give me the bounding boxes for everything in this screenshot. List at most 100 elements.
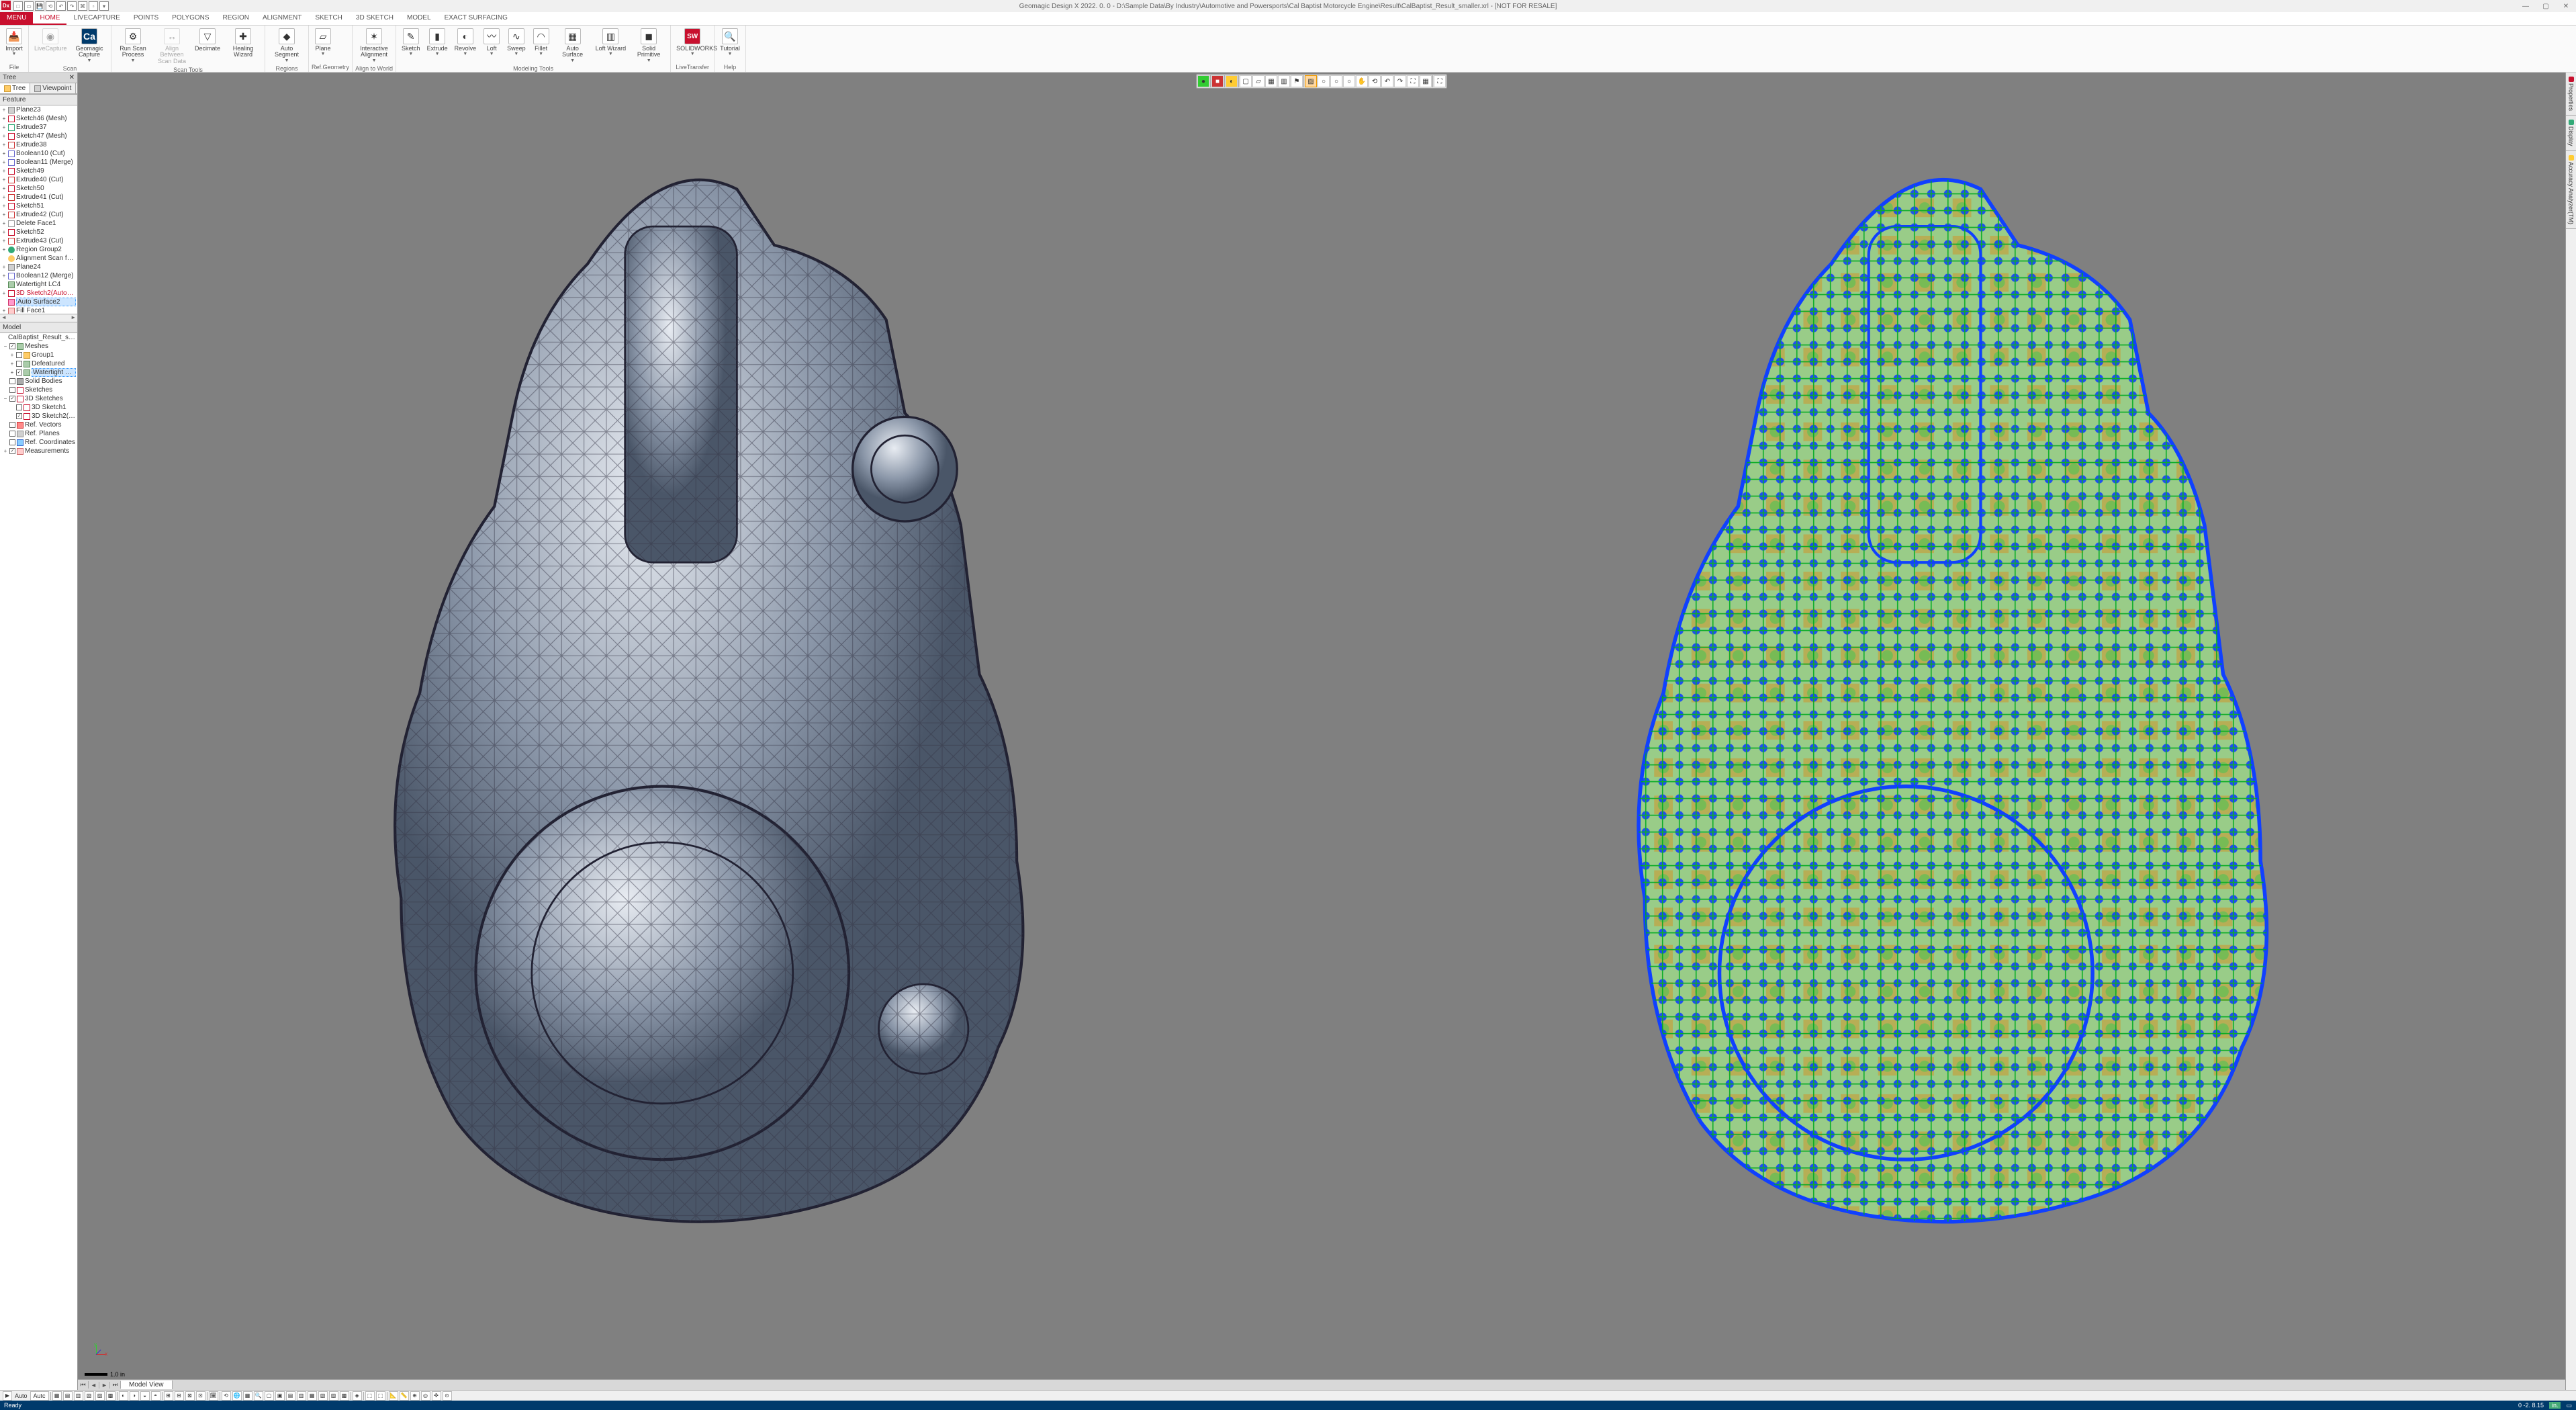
checkbox[interactable]: [16, 404, 22, 410]
feature-item[interactable]: +Sketch46 (Mesh): [0, 114, 77, 123]
expand-icon[interactable]: +: [3, 448, 8, 454]
bt-17-icon[interactable]: 🌐: [232, 1391, 242, 1401]
bt-27-icon[interactable]: ▩: [340, 1391, 349, 1401]
bt-35-icon[interactable]: ✜: [432, 1391, 441, 1401]
ribbon-btn-sweep[interactable]: ∿Sweep▼: [504, 27, 528, 58]
expand-icon[interactable]: +: [1, 203, 7, 209]
model-item[interactable]: −✓Meshes: [0, 342, 77, 351]
expand-icon[interactable]: +: [9, 352, 15, 358]
menu-tab-points[interactable]: POINTS: [127, 12, 165, 25]
menu-tab-3dsketch[interactable]: 3D SKETCH: [349, 12, 400, 25]
checkbox[interactable]: [9, 422, 15, 428]
model-root[interactable]: CalBaptist_Result_smaller: [0, 333, 77, 342]
tree-tab-viewpoint[interactable]: Viewpoint: [30, 83, 76, 93]
minimize-button[interactable]: —: [2516, 0, 2536, 12]
expand-icon[interactable]: +: [1, 124, 7, 130]
bt-31-icon[interactable]: 📐: [389, 1391, 398, 1401]
model-item[interactable]: +✓Watertight LC4: [0, 368, 77, 377]
qat-redo-icon[interactable]: ↷: [67, 1, 77, 11]
menu-tab-livecapture[interactable]: LIVECAPTURE: [66, 12, 126, 25]
feature-item[interactable]: +Extrude38: [0, 140, 77, 149]
vt-circle1-icon[interactable]: ○: [1318, 75, 1330, 87]
feature-item[interactable]: +Boolean10 (Cut): [0, 149, 77, 158]
checkbox[interactable]: [16, 352, 22, 358]
bt-30-icon[interactable]: ⬚: [376, 1391, 385, 1401]
expand-icon[interactable]: +: [1, 194, 7, 200]
expand-icon[interactable]: +: [1, 107, 7, 113]
bt-18-icon[interactable]: ▦: [243, 1391, 252, 1401]
bt-2-icon[interactable]: ▤: [63, 1391, 73, 1401]
model-item[interactable]: +Group1: [0, 351, 77, 359]
bt-34-icon[interactable]: ◎: [421, 1391, 430, 1401]
expand-icon[interactable]: +: [1, 247, 7, 253]
expand-icon[interactable]: +: [1, 168, 7, 174]
view-tab-next[interactable]: ►: [99, 1382, 110, 1389]
feature-item[interactable]: +Delete Face1: [0, 219, 77, 228]
model-item[interactable]: +Defeatured: [0, 359, 77, 368]
expand-icon[interactable]: +: [1, 238, 7, 244]
feature-item[interactable]: +Extrude43 (Cut): [0, 236, 77, 245]
vt-circle2-icon[interactable]: ○: [1330, 75, 1342, 87]
model-item[interactable]: Solid Bodies: [0, 377, 77, 386]
vt-region-icon[interactable]: ▨: [1305, 75, 1317, 87]
feature-item[interactable]: +Sketch47 (Mesh): [0, 132, 77, 140]
bt-1-icon[interactable]: ▦: [52, 1391, 62, 1401]
feature-item[interactable]: +Boolean11 (Merge): [0, 158, 77, 167]
feature-item[interactable]: +Region Group2: [0, 245, 77, 254]
qat-reset-icon[interactable]: ⟲: [46, 1, 55, 11]
expand-icon[interactable]: −: [3, 396, 8, 402]
menu-tab-region[interactable]: REGION: [216, 12, 256, 25]
feature-tree-scrollbar[interactable]: [0, 314, 77, 322]
ribbon-btn-healingwizard[interactable]: ✚Healing Wizard: [224, 27, 262, 60]
maximize-button[interactable]: ▢: [2536, 0, 2556, 12]
expand-icon[interactable]: +: [1, 142, 7, 148]
qat-new-icon[interactable]: □: [13, 1, 23, 11]
ribbon-btn-loftwizard[interactable]: ▥Loft Wizard▼: [593, 27, 629, 58]
bt-24-icon[interactable]: ▦: [308, 1391, 317, 1401]
bt-20-icon[interactable]: ▢: [265, 1391, 274, 1401]
expand-icon[interactable]: +: [1, 229, 7, 235]
ribbon-btn-runscanprocess[interactable]: ⚙Run Scan Process▼: [114, 27, 152, 64]
feature-item[interactable]: +Sketch50: [0, 184, 77, 193]
feature-tree[interactable]: +Plane23+Sketch46 (Mesh)+Extrude37+Sketc…: [0, 105, 77, 314]
model-item[interactable]: 3D Sketch1: [0, 403, 77, 412]
bt-21-icon[interactable]: ▣: [275, 1391, 285, 1401]
checkbox[interactable]: ✓: [16, 369, 22, 376]
bt-5-icon[interactable]: ▨: [95, 1391, 105, 1401]
expand-icon[interactable]: +: [1, 185, 7, 191]
feature-item[interactable]: +Extrude40 (Cut): [0, 175, 77, 184]
expand-icon[interactable]: +: [1, 212, 7, 218]
right-tab-properties[interactable]: Properties: [2566, 73, 2576, 116]
ribbon-btn-interactivealignment[interactable]: ✶Interactive Alignment▼: [355, 27, 393, 64]
bt-19-icon[interactable]: 🔍: [254, 1391, 263, 1401]
right-tab-accuracy[interactable]: Accuracy Analyzer(TM): [2566, 151, 2576, 229]
qat-undo-icon[interactable]: ↶: [56, 1, 66, 11]
bt-pointer-icon[interactable]: ▶: [3, 1391, 12, 1401]
bt-16-icon[interactable]: ⟲: [222, 1391, 231, 1401]
feature-item[interactable]: Auto Surface2: [0, 298, 77, 306]
checkbox[interactable]: ✓: [9, 343, 15, 349]
feature-item[interactable]: +Plane23: [0, 105, 77, 114]
expand-icon[interactable]: +: [9, 361, 15, 367]
bt-11-icon[interactable]: ⊞: [164, 1391, 173, 1401]
checkbox[interactable]: ✓: [9, 448, 15, 454]
vt-fit-icon[interactable]: ⛶: [1407, 75, 1419, 87]
ribbon-btn-fillet[interactable]: ◠Fillet▼: [530, 27, 553, 58]
expand-icon[interactable]: +: [1, 150, 7, 157]
close-button[interactable]: ✕: [2556, 0, 2576, 12]
bt-25-icon[interactable]: ▧: [318, 1391, 328, 1401]
ribbon-btn-sketch[interactable]: ✎Sketch▼: [399, 27, 423, 58]
bt-36-icon[interactable]: ⊙: [443, 1391, 452, 1401]
menu-tab-home[interactable]: HOME: [33, 12, 66, 25]
vt-expand-icon[interactable]: ⛶: [1434, 75, 1446, 87]
bt-23-icon[interactable]: ▥: [297, 1391, 306, 1401]
bt-32-icon[interactable]: 📏: [400, 1391, 409, 1401]
vt-shade-icon[interactable]: ◐: [1226, 75, 1238, 87]
3d-viewport[interactable]: ● ■ ◐ ▢ ▱ ▦ ▥ ⚑ ▨ ○ ○ ○ ✋ ⟲ ↶ ↷ ⛶ ▦ ⛶: [78, 73, 2565, 1390]
checkbox[interactable]: [9, 431, 15, 437]
ribbon-btn-solidprimitive[interactable]: ◼Solid Primitive▼: [630, 27, 668, 64]
ribbon-btn-decimate[interactable]: ▽Decimate: [192, 27, 223, 53]
menu-tab-alignment[interactable]: ALIGNMENT: [256, 12, 308, 25]
vt-redo-icon[interactable]: ↷: [1394, 75, 1406, 87]
vt-cube-icon[interactable]: ■: [1211, 75, 1224, 87]
